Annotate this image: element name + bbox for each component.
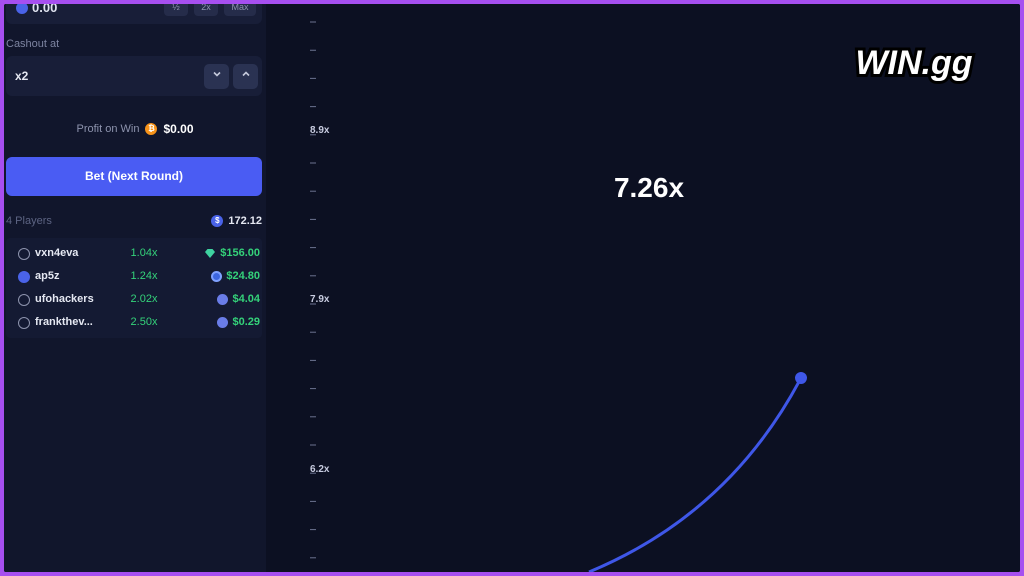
chevron-down-icon <box>212 71 221 77</box>
player-multiplier: 2.50x <box>130 316 158 328</box>
win-gg-logo: WIN.gg <box>852 41 975 85</box>
dollar-coin-icon: $ <box>211 215 224 227</box>
app-frame: 0.00 ½ 2x Max Cashout at x2 Profit on Wi… <box>4 4 1020 572</box>
multiplier-curve <box>588 377 803 572</box>
avatar <box>18 317 30 329</box>
y-axis-label: 6.2x <box>310 464 330 475</box>
bet-amount-value: 0.00 <box>32 4 58 15</box>
avatar <box>18 271 30 283</box>
ethereum-icon <box>217 293 229 305</box>
player-multiplier: 1.24x <box>130 270 158 282</box>
player-name: ap5z <box>35 270 60 282</box>
list-item: frankthev... 2.50x $0.29 <box>6 313 262 333</box>
current-multiplier: 7.26x <box>613 172 685 203</box>
player-name: ufohackers <box>35 293 94 305</box>
decrease-button[interactable] <box>204 64 229 89</box>
cashout-value: x2 <box>15 69 29 83</box>
players-list: vxn4eva 1.04x $156.00 ap5z 1.24x $24.80 … <box>6 238 262 338</box>
players-total: $ 172.12 <box>211 215 262 227</box>
profit-label: Profit on Win <box>76 123 140 135</box>
crypto-coin-icon <box>211 270 223 282</box>
player-multiplier: 1.04x <box>130 247 158 259</box>
chevron-up-icon <box>241 71 250 77</box>
y-axis-ticks <box>310 21 316 559</box>
double-button[interactable]: 2x <box>194 4 218 16</box>
player-name: frankthev... <box>35 316 93 328</box>
increase-button[interactable] <box>233 64 258 89</box>
player-name: vxn4eva <box>35 247 79 259</box>
svg-text:WIN.gg: WIN.gg <box>855 44 972 82</box>
player-multiplier: 2.02x <box>130 293 158 305</box>
player-amount: $4.04 <box>217 293 260 305</box>
list-item: ufohackers 2.02x $4.04 <box>6 290 262 310</box>
bet-button[interactable]: Bet (Next Round) <box>6 157 262 196</box>
ethereum-icon <box>217 316 229 328</box>
profit-value: $0.00 <box>163 122 194 136</box>
player-amount: $24.80 <box>211 270 260 282</box>
players-total-value: 172.12 <box>228 215 262 227</box>
y-axis-label: 7.9x <box>310 294 330 305</box>
avatar <box>18 294 30 306</box>
player-amount: $156.00 <box>204 247 260 259</box>
max-button[interactable]: Max <box>224 4 256 16</box>
y-axis-label: 8.9x <box>310 125 330 136</box>
cashout-input[interactable]: x2 <box>6 56 262 96</box>
player-amount: $0.29 <box>217 316 260 328</box>
bitcoin-icon: ₿ <box>145 123 158 135</box>
gem-icon <box>205 248 216 258</box>
bet-amount-field[interactable]: 0.00 ½ 2x Max <box>6 4 262 24</box>
coin-icon <box>16 4 28 14</box>
bet-panel: 0.00 ½ 2x Max Cashout at x2 Profit on Wi… <box>4 4 266 572</box>
players-count: 4 Players <box>6 215 52 227</box>
half-button[interactable]: ½ <box>164 4 188 16</box>
avatar <box>18 248 30 260</box>
bet-amount: 0.00 <box>16 4 57 15</box>
cashout-label: Cashout at <box>6 38 60 50</box>
players-header: 4 Players $ 172.12 <box>6 215 262 227</box>
profit-on-win: Profit on Win ₿ $0.00 <box>4 122 266 136</box>
curve-head-dot <box>795 372 807 384</box>
list-item: ap5z 1.24x $24.80 <box>6 267 262 287</box>
list-item: vxn4eva 1.04x $156.00 <box>6 244 262 264</box>
